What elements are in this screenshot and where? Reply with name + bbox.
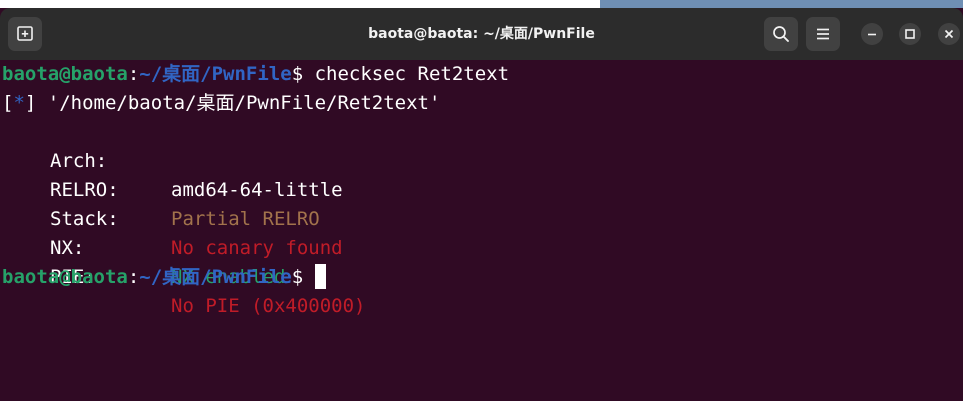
checksec-row-relro: RELRO: Partial RELRO xyxy=(2,147,962,230)
maximize-button[interactable] xyxy=(899,23,921,45)
prompt-path: ~/桌面/PwnFile xyxy=(139,266,292,288)
checksec-row-stack: Stack: No canary found xyxy=(2,176,962,259)
prompt-separator: : xyxy=(127,266,140,288)
checksec-row-nx: NX: NX enabled xyxy=(2,205,962,288)
prompt-user-host: baota@baota xyxy=(2,63,128,85)
checksec-row-pie: PIE: No PIE (0x400000) xyxy=(2,234,962,317)
file-marker-open: [ xyxy=(2,92,14,114)
file-marker-close: ] xyxy=(24,92,37,114)
terminal-window: baota@baota: ~/桌面/PwnFile baota@baota:~/… xyxy=(0,0,963,401)
prompt-line: baota@baota:~/桌面/PwnFile$ xyxy=(2,263,327,292)
prompt-separator: : xyxy=(127,63,140,85)
close-button[interactable] xyxy=(938,23,960,45)
text-cursor[interactable] xyxy=(315,264,327,289)
terminal-output[interactable]: baota@baota:~/桌面/PwnFile$ checksec Ret2t… xyxy=(0,60,963,401)
title-bar[interactable]: baota@baota: ~/桌面/PwnFile xyxy=(0,8,963,60)
file-line: [*] '/home/baota/桌面/PwnFile/Ret2text' xyxy=(2,89,440,118)
command-line: baota@baota:~/桌面/PwnFile$ checksec Ret2t… xyxy=(2,60,509,89)
prompt-symbol: $ xyxy=(291,63,304,85)
prompt-path: ~/桌面/PwnFile xyxy=(139,63,292,85)
file-marker-star: * xyxy=(13,92,25,114)
checksec-row-arch: Arch: amd64-64-little xyxy=(2,118,962,201)
new-tab-button[interactable] xyxy=(8,17,42,51)
file-path: '/home/baota/桌面/PwnFile/Ret2text' xyxy=(36,92,441,114)
prompt-symbol: $ xyxy=(291,266,304,288)
minimize-button[interactable] xyxy=(861,23,883,45)
command-text: checksec Ret2text xyxy=(303,63,510,85)
checksec-value: No PIE (0x400000) xyxy=(171,295,366,317)
search-button[interactable] xyxy=(764,17,798,51)
menu-button[interactable] xyxy=(806,17,840,51)
prompt-user-host: baota@baota xyxy=(2,266,128,288)
desktop-background xyxy=(0,0,963,8)
